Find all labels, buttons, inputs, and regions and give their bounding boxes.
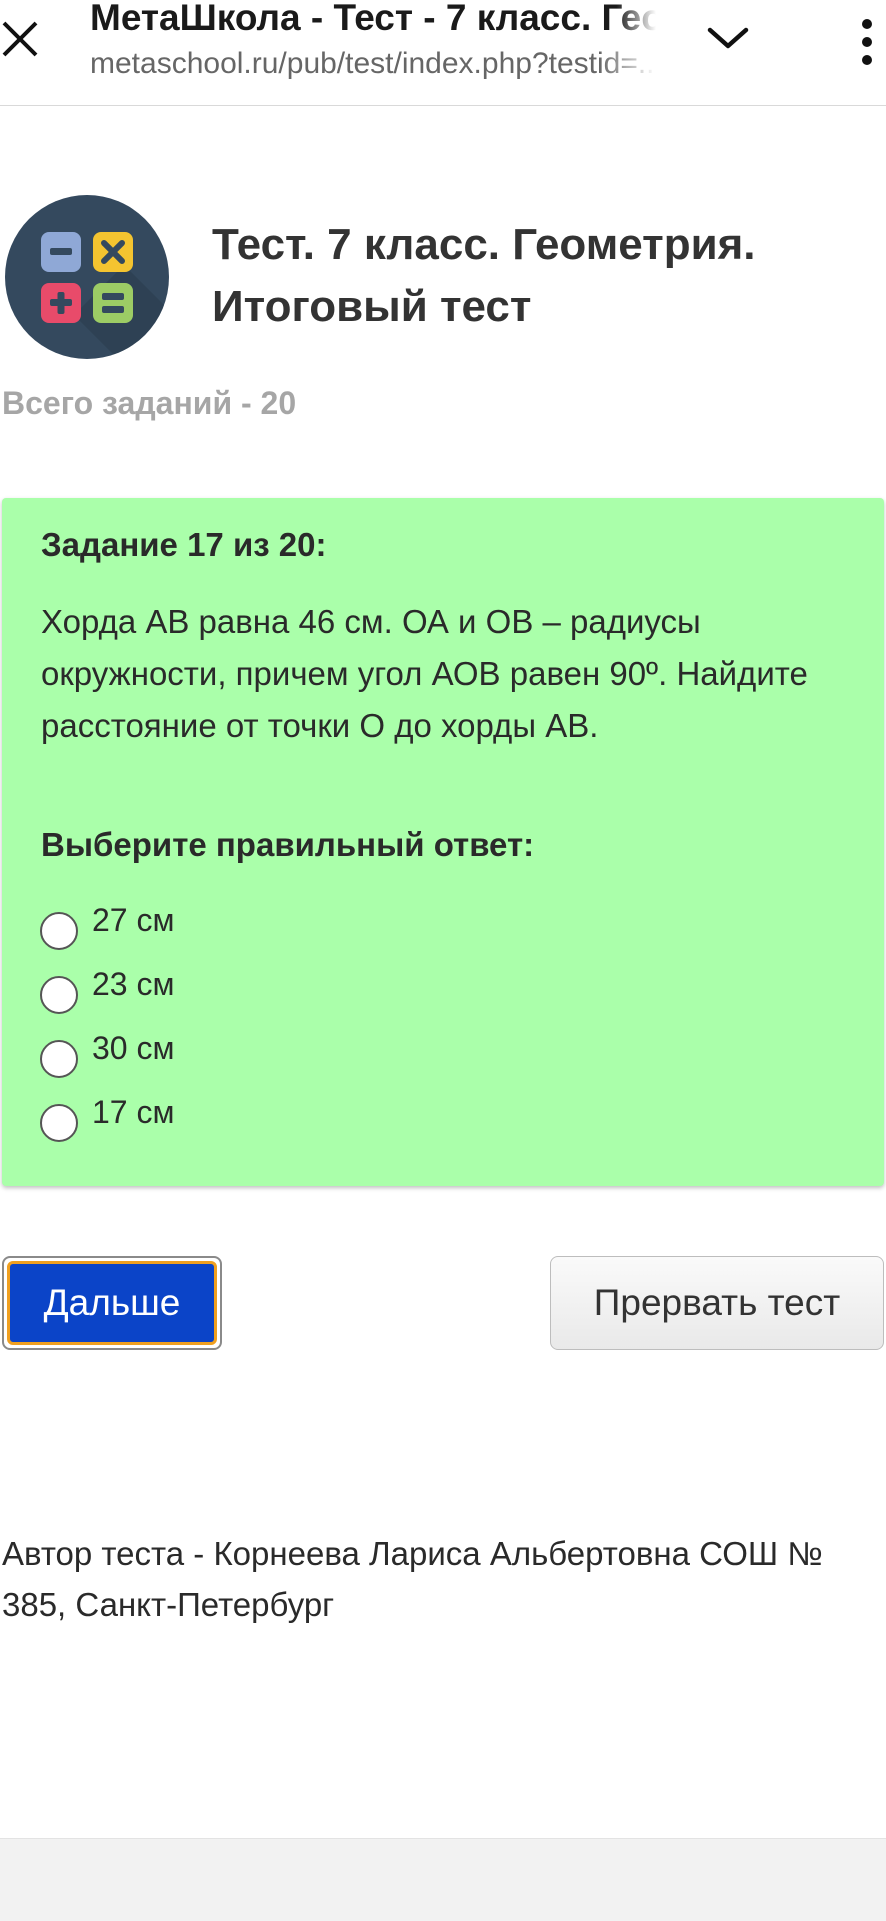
radio-button[interactable] [40,912,78,950]
question-text: Хорда АВ равна 46 см. ОА и ОВ – радиусы … [41,603,808,744]
abort-test-button[interactable]: Прервать тест [550,1256,884,1350]
radio-button[interactable] [40,976,78,1014]
total-tasks: Всего заданий - 20 [2,385,297,421]
radio-button[interactable] [40,1104,78,1142]
browser-toolbar: МетаШкола - Тест - 7 класс. Геометрия me… [0,0,886,106]
radio-button[interactable] [40,1040,78,1078]
multiply-icon [93,232,133,272]
tab-title: МетаШкола - Тест - 7 класс. Геометрия [90,0,656,38]
question-card: Задание 17 из 20: Хорда АВ равна 46 см. … [2,498,884,1186]
calculator-logo [5,195,169,359]
answer-option-label: 23 см [92,966,175,1002]
answer-option-3[interactable]: 30 см [40,1028,540,1078]
answer-option-2[interactable]: 23 см [40,964,540,1014]
close-tab-button[interactable] [0,14,40,64]
bottom-bar [0,1838,886,1921]
minus-icon [41,232,81,272]
close-icon [2,21,38,57]
question-number: Задание 17 из 20: [41,526,327,563]
more-vert-icon [862,19,872,65]
answer-option-4[interactable]: 17 см [40,1092,540,1142]
next-button-label: Дальше [7,1261,217,1345]
page-title: Тест. 7 класс. Геометрия. Итоговый тест [212,220,756,331]
answer-option-label: 17 см [92,1094,175,1130]
answer-option-label: 27 см [92,902,175,938]
equals-icon [93,283,133,323]
test-author: Автор теста - Корнеева Лариса Альбертовн… [2,1535,823,1623]
answer-option-1[interactable]: 27 см [40,900,540,950]
plus-icon [41,283,81,323]
overflow-menu-button[interactable] [848,10,886,74]
expand-button[interactable] [700,16,756,60]
choose-answer-label: Выберите правильный ответ: [41,826,535,863]
answer-option-label: 30 см [92,1030,175,1066]
next-button[interactable]: Дальше [2,1256,222,1350]
address-bar-url[interactable]: metaschool.ru/pub/test/index.php?testid=… [90,46,656,82]
chevron-down-icon [707,27,749,49]
